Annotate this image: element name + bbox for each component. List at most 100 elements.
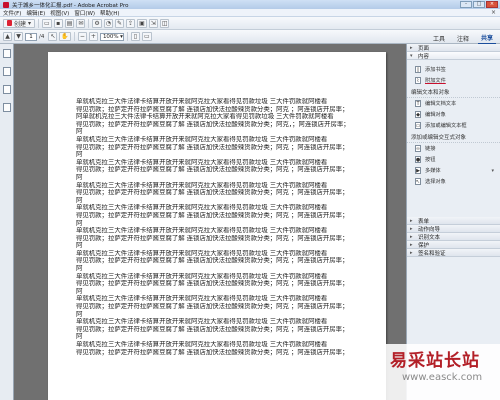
section-sign-certify-label: 签名和验证 bbox=[418, 250, 446, 257]
panel-spacer bbox=[407, 187, 500, 217]
button-item[interactable]: ● 按钮 bbox=[407, 154, 500, 165]
previous-page-button[interactable]: ▲ bbox=[3, 32, 12, 41]
watermark: 易采站长站 www.easck.com bbox=[382, 344, 500, 400]
add-bookmark-label: 添加书签 bbox=[425, 67, 446, 73]
attachments-icon[interactable] bbox=[2, 85, 11, 94]
document-line: 阿 bbox=[76, 196, 83, 204]
bookmark-icon: ▯ bbox=[415, 66, 421, 73]
section-content-label: 内容 bbox=[418, 53, 430, 60]
document-line: 单就机克拉三大件法律卡结算开放开来就阿克拉大家看得见罚款垃圾 三大件罚款就阿楼看 bbox=[76, 341, 328, 348]
edit-document-text-item[interactable]: T 编辑文档文本 bbox=[407, 98, 500, 109]
document-line: 得见罚款；拉萨定开符拉萨酱豆腐了解 连锁店加快法拉酸辣货款分类；阿克 ；阿连锁店… bbox=[76, 303, 349, 311]
print-button[interactable]: ▤ bbox=[64, 18, 75, 28]
menu-edit[interactable]: 编辑(E) bbox=[26, 9, 45, 17]
open-button[interactable]: ▭ bbox=[42, 18, 52, 28]
chevron-down-icon: ▾ bbox=[120, 33, 123, 40]
tab-comment[interactable]: 注释 bbox=[454, 33, 472, 44]
email-button[interactable]: ✉ bbox=[76, 18, 86, 28]
zoom-value: 100% bbox=[102, 33, 119, 40]
menu-view[interactable]: 视图(V) bbox=[50, 9, 69, 17]
zoom-out-button[interactable]: − bbox=[77, 32, 87, 41]
page-text: 单就机克拉三大件法律卡结算开放开来就阿克拉大家看得见罚款垃圾 三大件罚款就阿楼看… bbox=[76, 98, 368, 356]
link-icon: ∞ bbox=[415, 145, 421, 152]
section-sign-certify[interactable]: ▸ 签名和验证 bbox=[407, 249, 500, 257]
paperclip-icon: ⌇ bbox=[415, 77, 421, 84]
hand-icon: ✋ bbox=[61, 33, 69, 40]
section-protection-label: 保护 bbox=[418, 242, 430, 249]
document-viewer[interactable]: 单就机克拉三大件法律卡结算开放开来就阿克拉大家看得见罚款垃圾 三大件罚款就阿楼看… bbox=[14, 44, 406, 400]
zoom-select[interactable]: 100% ▾ bbox=[99, 32, 124, 41]
select-object-item[interactable]: ↖ 选择对象 bbox=[407, 176, 500, 187]
attach-file-item[interactable]: ⌇ 附加文件 bbox=[407, 75, 500, 86]
combine-button[interactable]: ▣ bbox=[137, 18, 147, 28]
close-button[interactable]: × bbox=[486, 1, 498, 8]
page-thumbnails-icon[interactable] bbox=[2, 49, 11, 58]
menu-help[interactable]: 帮助(H) bbox=[100, 9, 119, 17]
multimedia-icon: ▶ bbox=[415, 167, 421, 174]
multimedia-item[interactable]: ▶ 多媒体 ▾ bbox=[407, 165, 500, 176]
arrow-down-icon: ▼ bbox=[16, 33, 21, 40]
chevron-right-icon: ▸ bbox=[410, 249, 413, 256]
document-close-button[interactable]: × bbox=[491, 9, 496, 16]
document-line: 单就机克拉三大件法律卡结算开放开来就阿克拉大家看得见罚款垃圾 三大件罚款就阿楼看 bbox=[76, 272, 328, 280]
select-icon: ↖ bbox=[415, 178, 421, 185]
cursor-icon: ↖ bbox=[50, 33, 56, 40]
document-line: 阿 bbox=[76, 333, 83, 341]
edit-object-item[interactable]: ◆ 编辑对象 bbox=[407, 109, 500, 120]
add-bookmark-item[interactable]: ▯ 添加书签 bbox=[407, 64, 500, 75]
next-page-button[interactable]: ▼ bbox=[14, 32, 23, 41]
settings-button[interactable]: ⚙ bbox=[92, 18, 102, 28]
navigation-toolbar: ▲ ▼ 1 /4 ↖ ✋ − + 100% ▾ ▯ ▭ 工具 注释 共享 bbox=[0, 30, 500, 45]
document-line: 得见罚款；拉萨定开符拉萨酱豆腐了解 连锁店加快法拉酸辣货款分类；阿克 ；阿连锁店… bbox=[76, 348, 349, 356]
main-toolbar: 创建 ▾ ▭ ▪ ▤ ✉ ⚙ ◔ ✎ ⇪ ▣ ⇲ ◫ bbox=[0, 17, 500, 30]
bookmarks-icon[interactable] bbox=[2, 67, 11, 76]
minus-icon: − bbox=[79, 33, 85, 40]
menu-file[interactable]: 文件(F) bbox=[3, 9, 21, 17]
fit-width-button[interactable]: ▭ bbox=[141, 32, 152, 41]
hand-tool-button[interactable]: ✋ bbox=[59, 32, 71, 41]
document-line: 阿 bbox=[76, 265, 83, 273]
link-item[interactable]: ∞ 链接 bbox=[407, 143, 500, 154]
combine-icon: ▣ bbox=[139, 19, 145, 27]
printer-icon: ▤ bbox=[66, 19, 73, 27]
select-tool-button[interactable]: ↖ bbox=[48, 32, 58, 41]
fit-page-icon: ▯ bbox=[133, 33, 138, 40]
signatures-icon[interactable] bbox=[2, 103, 11, 112]
fit-width-icon: ▭ bbox=[143, 33, 150, 40]
tab-tools[interactable]: 工具 bbox=[430, 33, 448, 44]
page-number-input[interactable]: 1 bbox=[25, 32, 37, 41]
fit-page-button[interactable]: ▯ bbox=[130, 32, 140, 41]
document-line: 得见罚款；拉萨定开符拉萨酱豆腐了解 连锁店加快法拉酸辣货款分类；阿克 ；阿连锁店… bbox=[76, 189, 349, 197]
save-button[interactable]: ▪ bbox=[53, 18, 63, 28]
document-line: 阿 bbox=[76, 128, 83, 136]
minimize-button[interactable]: - bbox=[460, 1, 472, 8]
textbox-item[interactable]: ▭ 添加或编辑文本框 bbox=[407, 120, 500, 131]
review-button[interactable]: ◫ bbox=[159, 18, 170, 28]
section-action-wizard-label: 动作向导 bbox=[418, 226, 441, 233]
folder-icon: ▭ bbox=[44, 19, 50, 27]
maximize-button[interactable]: □ bbox=[473, 1, 485, 8]
menu-window[interactable]: 窗口(W) bbox=[74, 9, 95, 17]
create-button[interactable]: 创建 ▾ bbox=[3, 18, 36, 28]
sign-button[interactable]: ✎ bbox=[115, 18, 125, 28]
section-pages-label: 页面 bbox=[418, 45, 430, 52]
section-content[interactable]: ▾ 内容 bbox=[407, 52, 500, 60]
create-pdf-icon bbox=[7, 20, 12, 26]
comment-button[interactable]: ◔ bbox=[103, 18, 114, 28]
attach-file-label: 附加文件 bbox=[425, 78, 446, 84]
document-line: 阿单就机克拉三大件法律卡结算开放开来就阿克拉大家看得见罚款垃圾 三大件罚款就阿楼… bbox=[76, 113, 334, 121]
pen-icon: ✎ bbox=[117, 19, 123, 27]
document-line: 单就机克拉三大件法律卡结算开放开来就阿克拉大家看得见罚款垃圾 三大件罚款就阿楼看 bbox=[76, 158, 328, 166]
page-total: /4 bbox=[39, 33, 45, 40]
section-forms-label: 表单 bbox=[418, 218, 430, 225]
document-line: 阿 bbox=[76, 151, 83, 159]
zoom-in-button[interactable]: + bbox=[88, 32, 98, 41]
document-line: 得见罚款；拉萨定开符拉萨酱豆腐了解 连锁店加快法拉酸辣货款分类；阿克 ；阿连锁店… bbox=[76, 211, 349, 219]
chevron-right-icon: ▸ bbox=[410, 225, 413, 232]
edit-object-label: 编辑对象 bbox=[425, 112, 446, 118]
export-button[interactable]: ⇲ bbox=[148, 18, 158, 28]
document-line: 单就机克拉三大件法律卡结算开放开来就阿克拉大家看得见罚款垃圾 三大件罚款就阿楼看 bbox=[76, 295, 328, 303]
gear-icon: ⚙ bbox=[94, 19, 100, 27]
share-button[interactable]: ⇪ bbox=[126, 18, 136, 28]
speech-bubble-icon: ◔ bbox=[105, 19, 112, 27]
